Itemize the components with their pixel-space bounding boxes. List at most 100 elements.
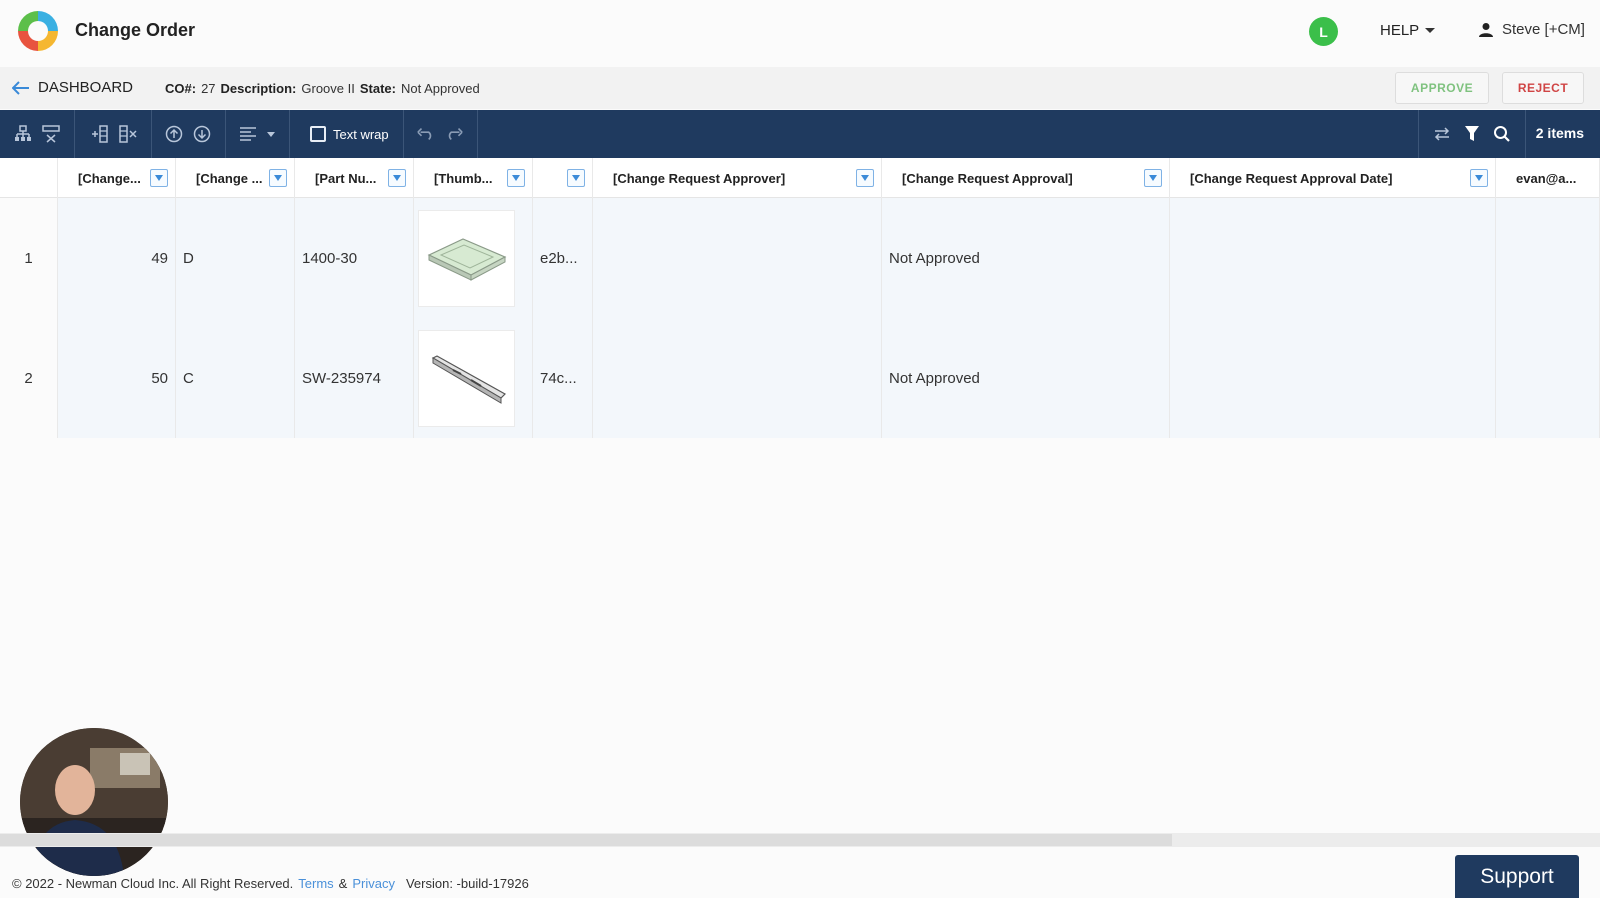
avatar[interactable]: L <box>1309 17 1338 46</box>
grid-header: [Change... [Change ... [Part Nu... [Thum… <box>0 158 1600 198</box>
co-number-value: 27 <box>201 81 216 96</box>
change-order-grid: [Change... [Change ... [Part Nu... [Thum… <box>0 158 1600 438</box>
app-logo-icon[interactable] <box>14 7 62 55</box>
row-number-header <box>0 158 58 198</box>
approve-button[interactable]: APPROVE <box>1395 72 1489 104</box>
approver-cell[interactable] <box>593 318 882 438</box>
co-number-label: CO#: <box>165 81 197 96</box>
approval-cell[interactable]: Not Approved <box>882 318 1170 438</box>
collapse-hierarchy-icon[interactable] <box>42 125 60 143</box>
privacy-link[interactable]: Privacy <box>352 876 395 891</box>
column-header[interactable]: [Change ... <box>176 158 295 198</box>
top-bar: Change Order L HELP Steve [+CM] <box>0 0 1600 64</box>
align-tools <box>225 110 290 158</box>
column-header[interactable]: [Change Request Approval] <box>882 158 1170 198</box>
column-header[interactable]: [Change Request Approver] <box>593 158 882 198</box>
approval-cell[interactable]: Not Approved <box>882 198 1170 318</box>
user-icon <box>1479 22 1493 37</box>
chevron-down-icon <box>1425 28 1436 33</box>
hash-cell[interactable]: 74c... <box>533 318 593 438</box>
ampersand: & <box>338 876 348 891</box>
reject-button[interactable]: REJECT <box>1502 72 1584 104</box>
tray-part-icon <box>427 238 506 281</box>
change-revision-cell[interactable]: C <box>176 318 295 438</box>
chevron-down-icon[interactable] <box>267 131 275 137</box>
thumbnail-cell[interactable] <box>414 318 533 438</box>
horizontal-scrollbar[interactable] <box>0 833 1600 847</box>
column-header-label: [Change Request Approval] <box>902 170 1073 186</box>
column-header-label: evan@a... <box>1516 170 1577 186</box>
column-tools <box>77 110 152 158</box>
part-number-cell[interactable]: 1400-30 <box>295 198 414 318</box>
column-header-label: [Change Request Approval Date] <box>1190 170 1393 186</box>
column-header[interactable] <box>533 158 593 198</box>
version-text: Version: -build-17926 <box>405 876 529 891</box>
column-header[interactable]: evan@a... <box>1496 158 1600 198</box>
move-tools <box>151 110 226 158</box>
dashboard-label: DASHBOARD <box>38 79 134 96</box>
copyright-text: © 2022 - Newman Cloud Inc. All Right Res… <box>12 876 294 891</box>
terms-link[interactable]: Terms <box>298 876 333 891</box>
column-filter-icon[interactable] <box>1470 169 1488 187</box>
evan-cell[interactable] <box>1496 318 1600 438</box>
table-row[interactable]: 2 50 C SW-235974 74c... Not Approved <box>0 318 1600 438</box>
change-number-cell[interactable]: 49 <box>58 198 176 318</box>
bracket-part-thumbnail[interactable] <box>418 329 515 427</box>
column-filter-icon[interactable] <box>507 169 525 187</box>
column-filter-icon[interactable] <box>567 169 585 187</box>
approver-cell[interactable] <box>593 198 882 318</box>
column-header[interactable]: [Part Nu... <box>295 158 414 198</box>
part-number-cell[interactable]: SW-235974 <box>295 318 414 438</box>
move-up-icon[interactable] <box>165 125 183 143</box>
change-revision-cell[interactable]: D <box>176 198 295 318</box>
filter-icon[interactable] <box>1463 125 1481 143</box>
text-wrap-toggle[interactable]: Text wrap <box>310 126 389 142</box>
evan-cell[interactable] <box>1496 198 1600 318</box>
column-header-label: [Change... <box>78 170 141 186</box>
move-down-icon[interactable] <box>193 125 211 143</box>
tray-part-thumbnail[interactable] <box>418 209 515 307</box>
column-header[interactable]: [Thumb... <box>414 158 533 198</box>
column-header[interactable]: [Change Request Approval Date] <box>1170 158 1496 198</box>
back-to-dashboard[interactable]: DASHBOARD <box>12 79 133 96</box>
column-header[interactable]: [Change... <box>58 158 176 198</box>
state-label: State: <box>359 81 396 96</box>
add-column-icon[interactable] <box>91 125 109 143</box>
approval-date-cell[interactable] <box>1170 198 1496 318</box>
align-left-icon[interactable] <box>239 125 257 143</box>
remove-column-icon[interactable] <box>119 125 137 143</box>
column-header-label: [Thumb... <box>434 170 493 186</box>
presenter-video-image <box>20 728 168 876</box>
description-label: Description: <box>220 81 297 96</box>
hash-cell[interactable]: e2b... <box>533 198 593 318</box>
column-filter-icon[interactable] <box>1144 169 1162 187</box>
column-filter-icon[interactable] <box>269 169 287 187</box>
sub-header: DASHBOARD CO#: 27 Description: Groove II… <box>0 67 1600 109</box>
swap-icon[interactable] <box>1433 125 1451 143</box>
support-button[interactable]: Support <box>1455 855 1579 898</box>
scrollbar-thumb[interactable] <box>0 834 1172 846</box>
state-value: Not Approved <box>400 81 480 96</box>
column-filter-icon[interactable] <box>856 169 874 187</box>
change-number-cell[interactable]: 50 <box>58 318 176 438</box>
bracket-part-icon <box>431 355 506 404</box>
grid-toolbar: Text wrap 2 items <box>0 110 1600 158</box>
column-header-label: [Change Request Approver] <box>613 170 786 186</box>
text-wrap-checkbox[interactable] <box>310 126 326 142</box>
column-filter-icon[interactable] <box>150 169 168 187</box>
expand-hierarchy-icon[interactable] <box>14 125 32 143</box>
column-header-label: [Part Nu... <box>315 170 377 186</box>
help-menu[interactable]: HELP <box>1380 22 1436 39</box>
column-filter-icon[interactable] <box>388 169 406 187</box>
approval-date-cell[interactable] <box>1170 318 1496 438</box>
description-value: Groove II <box>301 81 355 96</box>
table-row[interactable]: 1 49 D 1400-30 e2b... Not Approved <box>0 198 1600 318</box>
redo-icon[interactable] <box>445 125 463 143</box>
user-menu[interactable]: Steve [+CM] <box>1478 21 1585 38</box>
change-order-info: CO#: 27 Description: Groove II State: No… <box>165 81 480 96</box>
search-icon[interactable] <box>1493 125 1511 143</box>
page-title: Change Order <box>75 20 196 40</box>
undo-icon[interactable] <box>417 125 435 143</box>
arrow-left-icon <box>12 80 29 95</box>
thumbnail-cell[interactable] <box>414 198 533 318</box>
